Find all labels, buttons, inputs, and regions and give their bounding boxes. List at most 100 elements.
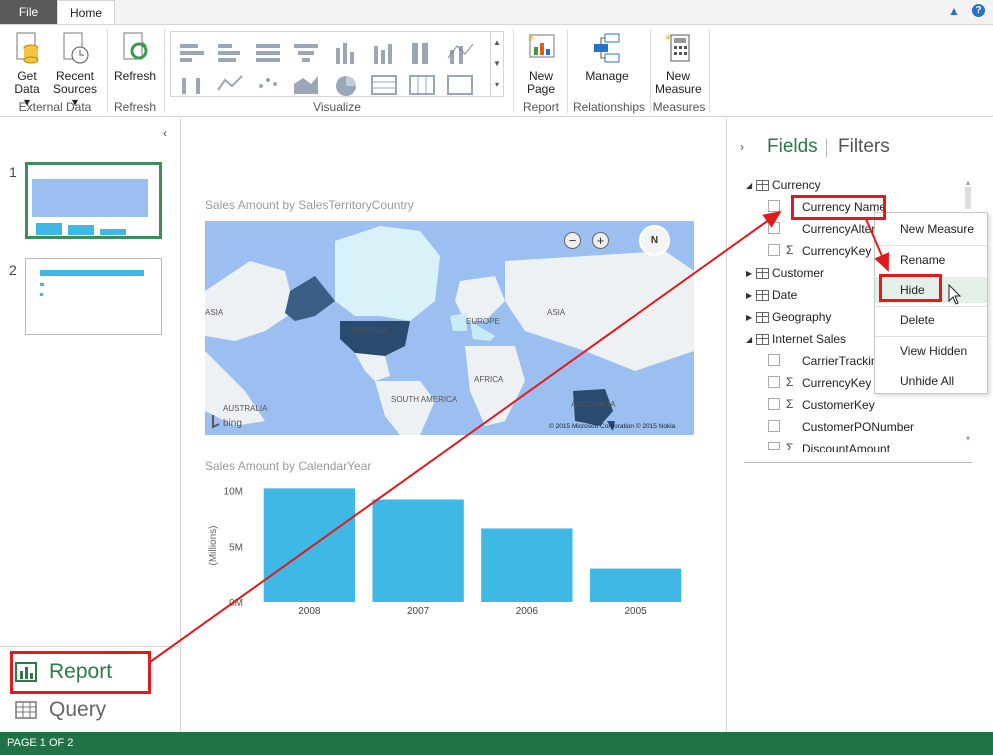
ribbon-separator xyxy=(567,29,568,113)
field-currency-key[interactable]: CurrencyKey xyxy=(802,244,871,258)
refresh-label: Refresh xyxy=(113,69,157,83)
svg-text:✳: ✳ xyxy=(664,33,672,44)
scatter-chart-icon[interactable] xyxy=(253,70,283,96)
table-currency[interactable]: ◢ Currency xyxy=(746,176,821,194)
status-bar: PAGE 1 OF 2 xyxy=(0,732,993,755)
zoom-in-icon[interactable]: + xyxy=(592,232,609,249)
funnel-chart-icon[interactable] xyxy=(291,40,321,66)
y-tick-label: 10M xyxy=(224,487,243,498)
minimize-ribbon-icon[interactable]: ▲ xyxy=(948,4,960,18)
sigma-icon: Σ xyxy=(786,441,794,450)
calculator-icon: ✳ xyxy=(664,33,690,62)
recent-sources-icon xyxy=(63,32,89,64)
stacked-bar-chart-icon[interactable] xyxy=(177,40,207,66)
waterfall-chart-icon[interactable] xyxy=(177,70,207,96)
expand-pane-icon[interactable]: › xyxy=(740,140,744,154)
table-date[interactable]: ▶ Date xyxy=(746,286,797,304)
clustered-column-chart-icon[interactable] xyxy=(369,40,399,66)
100-percent-bar-chart-icon[interactable] xyxy=(253,40,283,66)
bar-chart-visual[interactable]: (Millions) 0M 5M 10M 2008 2007 2006 2005 xyxy=(205,480,694,620)
ribbon-separator xyxy=(107,29,108,113)
zoom-out-icon[interactable]: − xyxy=(564,232,581,249)
field-customer-key[interactable]: CustomerKey xyxy=(802,398,875,412)
group-label-relationships: Relationships xyxy=(572,100,646,114)
field-checkbox[interactable] xyxy=(768,200,780,212)
menu-new-measure[interactable]: New Measure xyxy=(875,216,987,242)
help-icon[interactable]: ? xyxy=(972,4,985,17)
menu-unhide-all[interactable]: Unhide All xyxy=(875,368,987,394)
table-visual-icon[interactable] xyxy=(369,70,399,96)
gallery-up-icon[interactable]: ▲ xyxy=(491,32,503,53)
field-checkbox[interactable] xyxy=(768,222,780,234)
page-thumbnail-1[interactable] xyxy=(25,162,162,239)
collapsed-arrow-icon[interactable]: ▶ xyxy=(746,269,756,278)
recent-sources-button[interactable]: Recent Sources ▾ xyxy=(50,31,100,109)
map-copyright: © 2015 Microsoft Corporation © 2015 Noki… xyxy=(549,422,676,430)
field-checkbox[interactable] xyxy=(768,244,780,256)
tab-fields[interactable]: Fields xyxy=(767,136,818,158)
table-geography-label: Geography xyxy=(772,310,832,324)
field-checkbox[interactable] xyxy=(768,398,780,410)
line-chart-icon[interactable] xyxy=(215,70,245,96)
menu-view-hidden[interactable]: View Hidden xyxy=(875,338,987,364)
page-number-1: 1 xyxy=(9,164,17,180)
get-data-button[interactable]: Get Data ▾ xyxy=(10,31,44,109)
page-thumbnail-2[interactable] xyxy=(25,258,162,335)
field-currency-key[interactable]: CurrencyKey xyxy=(802,376,871,390)
gallery-scroll[interactable]: ▲ ▼ ▾ xyxy=(490,32,503,96)
collapsed-arrow-icon[interactable]: ▶ xyxy=(746,313,756,322)
field-carrier-tracking-number[interactable]: CarrierTrackin xyxy=(802,354,874,368)
refresh-button[interactable]: Refresh xyxy=(113,31,157,83)
scroll-down-icon[interactable]: ▾ xyxy=(964,434,972,443)
new-measure-button[interactable]: ✳ New Measure xyxy=(655,31,702,96)
tab-home[interactable]: Home xyxy=(57,0,115,25)
table-internet-sales[interactable]: ◢ Internet Sales xyxy=(746,330,846,348)
pages-pane: ‹ 1 2 Report Query xyxy=(0,118,181,732)
field-customer-po-number[interactable]: CustomerPONumber xyxy=(802,420,914,434)
map-label-africa: AFRICA xyxy=(474,375,504,384)
nav-separator xyxy=(0,646,181,647)
compass-icon[interactable]: N xyxy=(639,225,670,256)
scroll-thumb[interactable] xyxy=(965,187,971,209)
collapsed-arrow-icon[interactable]: ▶ xyxy=(746,291,756,300)
100-percent-column-chart-icon[interactable] xyxy=(407,40,437,66)
field-checkbox[interactable] xyxy=(768,420,780,432)
y-axis-label: (Millions) xyxy=(208,526,219,566)
tab-filters[interactable]: Filters xyxy=(838,136,890,158)
svg-text:✳: ✳ xyxy=(527,33,535,44)
card-visual-icon[interactable] xyxy=(445,70,475,96)
menu-rename[interactable]: Rename xyxy=(875,247,987,273)
map-visual[interactable]: ASIA AMERICA EUROPE ASIA AFRICA SOUTH AM… xyxy=(205,221,694,435)
field-checkbox[interactable] xyxy=(768,376,780,388)
field-context-menu: New Measure Rename Hide Delete View Hidd… xyxy=(874,212,988,394)
area-chart-icon[interactable] xyxy=(291,70,321,96)
table-geography[interactable]: ▶ Geography xyxy=(746,308,831,326)
nav-query[interactable]: Query xyxy=(15,698,106,722)
menu-delete[interactable]: Delete xyxy=(875,307,987,333)
pie-chart-icon[interactable] xyxy=(331,70,361,96)
scroll-up-icon[interactable]: ▴ xyxy=(964,178,972,187)
map-label-australia-left: AUSTRALIA xyxy=(223,404,268,413)
field-checkbox[interactable] xyxy=(768,354,780,366)
expanded-arrow-icon[interactable]: ◢ xyxy=(746,181,756,190)
x-tick-label: 2007 xyxy=(407,606,430,617)
world-map: ASIA AMERICA EUROPE ASIA AFRICA SOUTH AM… xyxy=(205,221,694,435)
table-customer[interactable]: ▶ Customer xyxy=(746,264,824,282)
tab-file[interactable]: File xyxy=(0,0,57,24)
field-checkbox[interactable] xyxy=(768,442,780,450)
collapse-pages-icon[interactable]: ‹ xyxy=(163,126,167,140)
manage-relationships-button[interactable]: Manage xyxy=(581,31,633,83)
thumbnail-map xyxy=(32,179,148,217)
matrix-visual-icon[interactable] xyxy=(407,70,437,96)
field-discount-amount[interactable]: DiscountAmount xyxy=(802,442,890,452)
line-column-chart-icon[interactable] xyxy=(445,40,475,66)
new-page-button[interactable]: ✳ New Page xyxy=(519,31,563,96)
table-customer-label: Customer xyxy=(772,266,825,280)
expanded-arrow-icon[interactable]: ◢ xyxy=(746,335,756,344)
gallery-down-icon[interactable]: ▼ xyxy=(491,53,503,74)
group-label-refresh: Refresh xyxy=(113,100,157,114)
clustered-bar-chart-icon[interactable] xyxy=(215,40,245,66)
field-currency-alternate-key[interactable]: CurrencyAlter xyxy=(802,222,875,236)
gallery-more-icon[interactable]: ▾ xyxy=(491,74,503,95)
column-chart-icon[interactable] xyxy=(331,40,361,66)
